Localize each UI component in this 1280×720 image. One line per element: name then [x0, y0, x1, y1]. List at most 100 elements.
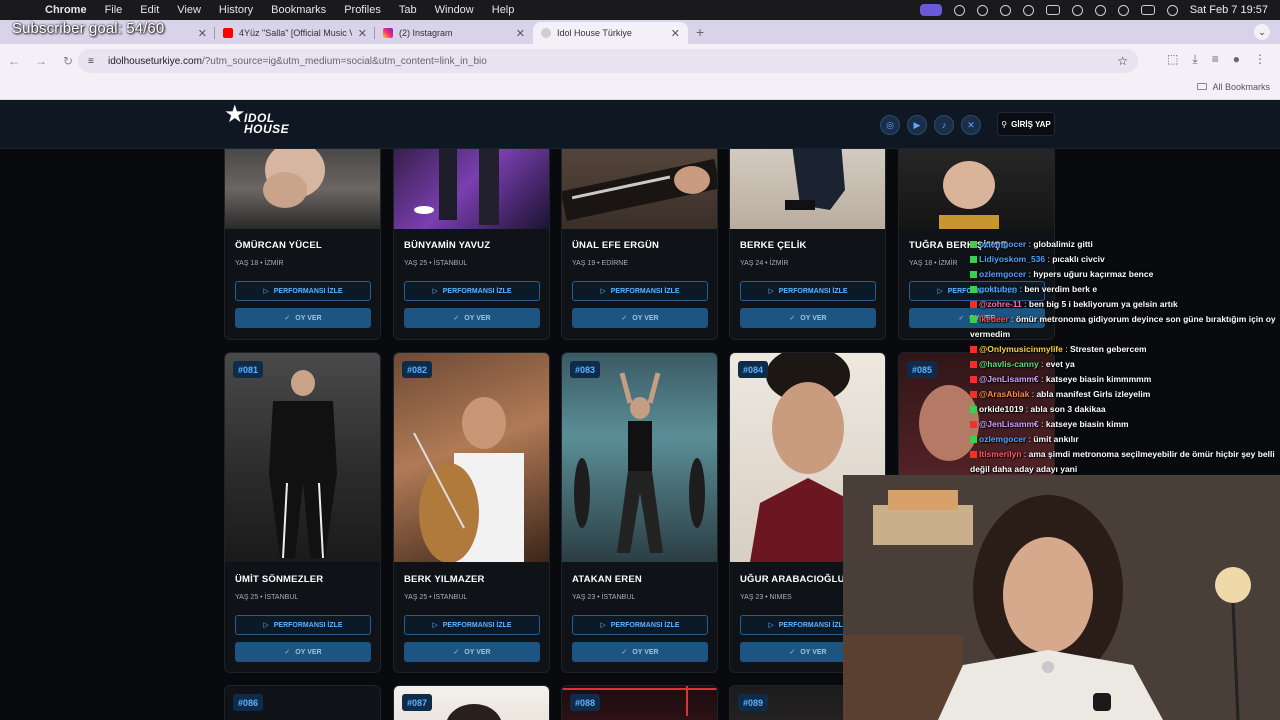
url-text[interactable]: idolhouseturkiye.com/?utm_source=ig&utm_… — [108, 56, 1117, 67]
address-bar[interactable]: ≡ idolhouseturkiye.com/?utm_source=ig&ut… — [78, 49, 1138, 73]
site-info-icon[interactable]: ≡ — [88, 56, 100, 67]
contestant-card[interactable]: #082 BERK YILMAZER YAŞ 25 • İSTANBUL ▷ PE… — [393, 352, 550, 673]
tab-search-chevron-icon[interactable]: ⌄ — [1254, 24, 1270, 40]
chat-message: lkedeer : ömür metronoma gidiyorum deyin… — [970, 314, 1276, 339]
contestant-card[interactable]: #081 ÜMİT SÖNMEZLER YAŞ 25 • İSTANBUL ▷ P… — [224, 352, 381, 673]
vote-button[interactable]: ✓ OY VER — [740, 308, 876, 328]
contestant-card[interactable]: ÜNAL EFE ERGÜN YAŞ 19 • EDİRNE ▷ PERFORMA… — [561, 130, 718, 340]
profile-avatar-icon[interactable]: ● — [1233, 52, 1240, 67]
contestant-card[interactable]: #087 — [393, 685, 550, 720]
kick-badge-icon — [970, 286, 977, 294]
wifi-icon[interactable] — [1094, 4, 1106, 16]
eye-icon[interactable] — [976, 4, 988, 16]
check-icon: ✓ — [621, 649, 628, 656]
vote-label: OY VER — [800, 314, 827, 322]
kick-badge-icon — [970, 316, 977, 324]
chat-username: ozlemgocer — [979, 269, 1027, 279]
menu-help[interactable]: Help — [483, 4, 524, 16]
watch-performance-button[interactable]: ▷ PERFORMANSI İZLE — [235, 281, 371, 301]
vote-button[interactable]: ✓ OY VER — [235, 642, 371, 662]
media-icon[interactable]: ≡ — [1212, 52, 1219, 67]
more-menu-icon[interactable]: ⋮ — [1254, 52, 1266, 67]
tab-close-icon[interactable]: ✕ — [671, 27, 680, 40]
contestant-card[interactable]: ÖMÜRCAN YÜCEL YAŞ 18 • İZMİR ▷ PERFORMANS… — [224, 130, 381, 340]
tab-close-icon[interactable]: ✕ — [516, 27, 525, 40]
control-center-icon[interactable] — [1140, 5, 1155, 15]
screen-record-icon[interactable] — [919, 4, 942, 16]
menu-edit[interactable]: Edit — [131, 4, 168, 16]
tab-close-icon[interactable]: ✕ — [358, 27, 367, 40]
bookmark-star-icon[interactable]: ☆ — [1117, 54, 1128, 68]
chat-message: @JenLisamm€ : katseye biasin kimm — [970, 417, 1280, 432]
vote-button[interactable]: ✓ OY VER — [235, 308, 371, 328]
cloud-icon[interactable] — [953, 4, 965, 16]
menu-window[interactable]: Window — [426, 4, 483, 16]
user-icon[interactable] — [1071, 4, 1083, 16]
clock[interactable]: Sat Feb 7 19:57 — [1190, 4, 1268, 16]
forward-icon[interactable]: → — [29, 54, 53, 68]
contestant-card[interactable]: BERKE ÇELİK YAŞ 24 • İZMİR ▷ PERFORMANSI … — [729, 130, 886, 340]
menu-app-chrome[interactable]: Chrome — [36, 4, 96, 16]
watch-label: PERFORMANSI İZLE — [778, 621, 848, 629]
watch-performance-button[interactable]: ▷ PERFORMANSI İZLE — [740, 281, 876, 301]
chat-message: orkide1019 : abla son 3 dakikaa — [970, 402, 1280, 417]
tiktok-icon[interactable]: ♪ — [934, 115, 954, 135]
watch-performance-button[interactable]: ▷ PERFORMANSI İZLE — [572, 615, 708, 635]
chat-username: @ArasAblak — [979, 389, 1030, 399]
menu-view[interactable]: View — [168, 4, 210, 16]
tab-instagram[interactable]: (2) Instagram ✕ — [375, 22, 533, 44]
vote-button[interactable]: ✓ OY VER — [404, 642, 540, 662]
contestant-name: ÜNAL EFE ERGÜN — [572, 240, 660, 251]
reload-icon[interactable]: ↻ — [56, 54, 80, 68]
instagram-icon[interactable]: ◎ — [880, 115, 900, 135]
contestant-name: ATAKAN EREN — [572, 574, 642, 585]
idolhouse-favicon-icon — [541, 28, 551, 38]
site-header: ★ IDOL HOUSE ◎ ▶ ♪ ✕ ⚲ GİRİŞ YAP — [0, 100, 1280, 149]
tab-close-icon[interactable]: ✕ — [198, 27, 207, 40]
back-icon[interactable]: ← — [2, 54, 26, 68]
watch-performance-button[interactable]: ▷ PERFORMANSI İZLE — [235, 615, 371, 635]
youtube-badge-icon — [970, 361, 977, 369]
youtube-badge-icon — [970, 421, 977, 429]
chat-message: Lidiyoskom_536 : pıcaklı civciv — [970, 252, 1280, 267]
moon-icon[interactable] — [999, 4, 1011, 16]
youtube-favicon-icon — [223, 28, 233, 38]
download-icon[interactable]: ⤓ — [1192, 52, 1197, 67]
menu-history[interactable]: History — [210, 4, 262, 16]
new-tab-icon[interactable]: + — [696, 24, 704, 40]
siri-icon[interactable] — [1166, 4, 1178, 16]
contestant-name: ÜMİT SÖNMEZLER — [235, 574, 324, 585]
contestant-number-badge: #086 — [233, 694, 264, 711]
contestant-meta: YAŞ 23 • İSTANBUL — [572, 594, 636, 601]
watch-performance-button[interactable]: ▷ PERFORMANSI İZLE — [404, 615, 540, 635]
vote-button[interactable]: ✓ OY VER — [404, 308, 540, 328]
extensions-icon[interactable]: ⬚ — [1167, 52, 1178, 67]
vote-button[interactable]: ✓ OY VER — [572, 308, 708, 328]
search-icon[interactable] — [1117, 4, 1129, 16]
chat-username: Itismerilyn — [979, 449, 1022, 459]
watch-performance-button[interactable]: ▷ PERFORMANSI İZLE — [404, 281, 540, 301]
menu-profiles[interactable]: Profiles — [335, 4, 390, 16]
play-icon[interactable] — [1022, 4, 1034, 16]
contestant-card[interactable]: #088 — [561, 685, 718, 720]
battery-icon[interactable] — [1045, 5, 1060, 15]
chat-text: hypers uğuru kaçırmaz bence — [1033, 269, 1154, 279]
contestant-card[interactable]: #083 ATAKAN EREN YAŞ 23 • İSTANBUL ▷ PERF… — [561, 352, 718, 673]
tab-youtube[interactable]: 4Yüz "Salla" [Official Music V ✕ — [215, 22, 375, 44]
x-twitter-icon[interactable]: ✕ — [961, 115, 981, 135]
menu-file[interactable]: File — [96, 4, 132, 16]
contestant-card[interactable]: BÜNYAMİN YAVUZ YAŞ 25 • İSTANBUL ▷ PERFOR… — [393, 130, 550, 340]
menu-bookmarks[interactable]: Bookmarks — [262, 4, 335, 16]
play-icon: ▷ — [937, 288, 943, 295]
watch-label: PERFORMANSI İZLE — [273, 287, 343, 295]
vote-button[interactable]: ✓ OY VER — [572, 642, 708, 662]
contestant-card[interactable]: #086 — [224, 685, 381, 720]
menu-tab[interactable]: Tab — [390, 4, 426, 16]
all-bookmarks[interactable]: All Bookmarks — [1197, 82, 1270, 92]
login-button[interactable]: ⚲ GİRİŞ YAP — [997, 112, 1055, 136]
kick-badge-icon — [970, 256, 977, 264]
youtube-icon[interactable]: ▶ — [907, 115, 927, 135]
watch-performance-button[interactable]: ▷ PERFORMANSI İZLE — [572, 281, 708, 301]
tab-idol-house[interactable]: Idol House Türkiye ✕ — [533, 22, 688, 44]
kick-badge-icon — [970, 241, 977, 249]
